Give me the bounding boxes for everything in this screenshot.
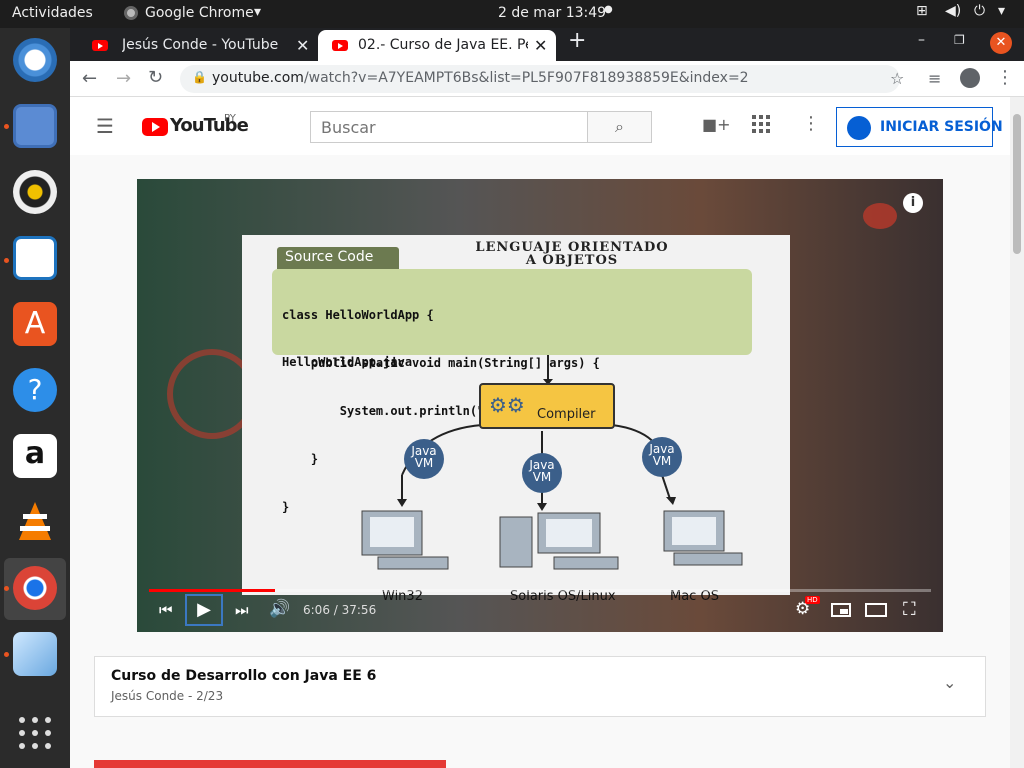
amazon-icon[interactable]: a: [13, 434, 57, 478]
java-vm-label: Java VM: [649, 442, 675, 468]
dock: A ? a: [0, 28, 70, 768]
playlist-panel[interactable]: Curso de Desarrollo con Java EE 6 Jesús …: [94, 656, 986, 717]
show-applications-icon[interactable]: [18, 716, 52, 750]
system-top-bar: Actividades Google Chrome ▾ 2 de mar 13:…: [0, 0, 1024, 28]
youtube-logo-text[interactable]: YouTube: [170, 115, 249, 136]
lock-icon: 🔒: [192, 70, 207, 84]
search-button[interactable]: ⌕: [587, 111, 652, 143]
channel-watermark[interactable]: [863, 203, 897, 229]
time-display: 6:06 / 37:56: [303, 603, 377, 617]
files-icon[interactable]: [13, 104, 57, 148]
tab-curso-java[interactable]: 02.- Curso de Java EE. Per ✕: [318, 30, 556, 61]
progress-played: [149, 589, 275, 592]
tab-jesus-conde[interactable]: Jesús Conde - YouTube ✕: [78, 30, 318, 61]
reload-icon[interactable]: ↻: [148, 67, 163, 88]
back-icon[interactable]: ←: [82, 68, 97, 89]
player-controls: ⏮ ▶ ⏭ 🔊 6:06 / 37:56 ⚙ HD ⛶: [137, 589, 943, 632]
account-icon: [847, 116, 871, 140]
media-control-icon[interactable]: ≡: [928, 69, 941, 88]
url-path: /watch?v=A7YEAMPT6Bs&list=PL5F907F818938…: [303, 70, 749, 86]
power-icon[interactable]: ⏻: [974, 3, 985, 19]
hamburger-menu-icon[interactable]: ☰: [96, 114, 114, 138]
youtube-favicon-icon: [332, 40, 348, 51]
hd-badge: HD: [805, 596, 820, 604]
playlist-meta: Jesús Conde - 2/23: [111, 689, 224, 703]
close-tab-icon[interactable]: ✕: [296, 36, 309, 55]
vlc-icon[interactable]: [13, 500, 57, 544]
libreoffice-writer-icon[interactable]: [13, 236, 57, 280]
forward-icon[interactable]: →: [116, 68, 131, 89]
chrome-small-icon: [124, 6, 138, 20]
video-player[interactable]: i LENGUAJE ORIENTADO A OBJETOS Source Co…: [137, 179, 943, 632]
page-scrollbar[interactable]: [1010, 97, 1024, 768]
virtualbox-icon[interactable]: [13, 632, 57, 676]
app-menu[interactable]: Google Chrome: [145, 5, 254, 21]
youtube-favicon-icon: [92, 40, 108, 51]
network-icon[interactable]: ⊞: [916, 3, 928, 19]
activities-button[interactable]: Actividades: [12, 5, 93, 21]
system-menu-chevron-icon[interactable]: ▾: [998, 3, 1005, 19]
youtube-masthead: ☰ YouTube PY ⌕ ■+ ⋮ INICIAR SESIÓN: [70, 97, 1010, 155]
notification-dot-icon: ●: [604, 4, 613, 15]
clock[interactable]: 2 de mar 13:49: [498, 5, 606, 21]
play-button[interactable]: ▶: [185, 594, 223, 626]
country-code: PY: [224, 113, 236, 124]
fullscreen-icon[interactable]: ⛶: [903, 599, 916, 620]
profile-icon[interactable]: [960, 68, 980, 88]
restore-icon[interactable]: ❐: [954, 33, 965, 64]
chrome-icon[interactable]: [13, 566, 57, 610]
rhythmbox-icon[interactable]: [13, 170, 57, 214]
signin-button[interactable]: INICIAR SESIÓN: [836, 107, 1003, 147]
info-icon[interactable]: i: [903, 193, 923, 213]
theater-mode-icon[interactable]: [865, 603, 887, 617]
volume-icon[interactable]: 🔊: [269, 599, 290, 619]
chrome-menu-icon[interactable]: ⋮: [996, 67, 1014, 88]
compiler-box: ⚙⚙ Compiler: [479, 383, 615, 429]
chromium-icon[interactable]: [13, 38, 57, 82]
gears-icon: ⚙⚙: [489, 393, 525, 417]
bookmark-star-icon[interactable]: ☆: [890, 69, 904, 88]
miniplayer-icon[interactable]: [831, 603, 851, 617]
video-title-cut: [94, 760, 446, 768]
browser-toolbar: ← → ↻ 🔒 youtube.com/watch?v=A7YEAMPT6Bs&…: [70, 61, 1024, 97]
progress-bar[interactable]: [149, 589, 931, 592]
java-vm-label: Java VM: [529, 458, 555, 484]
minimize-icon[interactable]: –: [918, 32, 925, 63]
youtube-page: ☰ YouTube PY ⌕ ■+ ⋮ INICIAR SESIÓN i LEN…: [70, 97, 1010, 768]
slide: LENGUAJE ORIENTADO A OBJETOS Source Code…: [242, 235, 790, 604]
new-tab-icon[interactable]: +: [568, 28, 586, 59]
help-icon[interactable]: ?: [13, 368, 57, 412]
apps-grid-icon[interactable]: [752, 115, 770, 137]
close-window-icon[interactable]: ✕: [990, 32, 1012, 54]
settings-menu-icon[interactable]: ⋮: [802, 113, 820, 134]
omnibox[interactable]: 🔒 youtube.com/watch?v=A7YEAMPT6Bs&list=P…: [180, 65, 904, 93]
create-video-icon[interactable]: ■+: [702, 115, 731, 134]
software-center-icon[interactable]: A: [13, 302, 57, 346]
tab-strip: Jesús Conde - YouTube ✕ 02.- Curso de Ja…: [70, 28, 1024, 61]
java-vm-label: Java VM: [411, 444, 437, 470]
previous-icon[interactable]: ⏮: [159, 601, 173, 619]
app-menu-chevron-icon: ▾: [254, 4, 262, 20]
search-input[interactable]: [310, 111, 588, 143]
expand-chevron-icon[interactable]: ⌄: [943, 673, 956, 692]
playlist-title[interactable]: Curso de Desarrollo con Java EE 6: [111, 668, 376, 684]
url-domain: youtube.com: [212, 70, 304, 86]
next-icon[interactable]: ⏭: [235, 601, 249, 619]
close-tab-icon[interactable]: ✕: [534, 36, 547, 55]
volume-icon[interactable]: ◀): [945, 3, 961, 19]
